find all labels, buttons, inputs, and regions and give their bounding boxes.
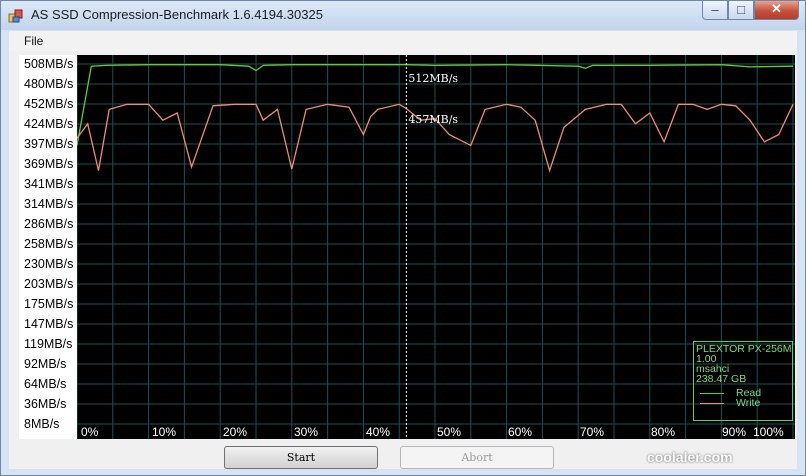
- y-tick-label: 508MB/s: [24, 57, 74, 71]
- y-tick-label: 314MB/s: [24, 197, 74, 211]
- drive-capacity: 238.47 GB: [696, 373, 747, 385]
- watermark-text: coolaler.com: [647, 449, 733, 465]
- menu-file[interactable]: File: [24, 34, 43, 48]
- y-tick-label: 230MB/s: [24, 257, 74, 271]
- legend-write-label: Write: [736, 397, 761, 409]
- legend-read-swatch: [700, 393, 724, 394]
- legend-write-swatch: [700, 403, 724, 404]
- window-controls: – □ ✕: [702, 1, 799, 21]
- x-tick-label: 40%: [366, 425, 391, 439]
- y-tick-label: 480MB/s: [24, 77, 74, 91]
- y-tick-label: 92MB/s: [24, 357, 67, 371]
- y-tick-label: 64MB/s: [24, 377, 67, 391]
- title-bar[interactable]: AS SSD Compression-Benchmark 1.6.4194.30…: [1, 1, 805, 30]
- read-speed-marker-label: 512MB/s: [408, 72, 459, 85]
- y-tick-label: 258MB/s: [24, 237, 74, 251]
- x-tick-label: 70%: [580, 425, 605, 439]
- x-tick-label: 10%: [152, 425, 177, 439]
- x-tick-label: 90%: [722, 425, 747, 439]
- minimize-button[interactable]: –: [702, 1, 728, 20]
- y-tick-label: 452MB/s: [24, 97, 74, 111]
- x-tick-label: 80%: [651, 425, 676, 439]
- x-tick-label: 0%: [81, 425, 99, 439]
- y-tick-label: 424MB/s: [24, 117, 74, 131]
- y-tick-label: 175MB/s: [24, 297, 74, 311]
- y-tick-label: 203MB/s: [24, 277, 74, 291]
- y-tick-label: 36MB/s: [24, 397, 67, 411]
- x-tick-label: 100%: [753, 425, 784, 439]
- maximize-button[interactable]: □: [728, 1, 754, 20]
- y-tick-label: 369MB/s: [24, 157, 74, 171]
- y-tick-label: 341MB/s: [24, 177, 74, 191]
- close-button[interactable]: ✕: [754, 1, 799, 20]
- drive-info-legend: PLEXTOR PX-256M 1.00 msahci 238.47 GB Re…: [693, 341, 793, 421]
- close-icon: ✕: [771, 1, 782, 16]
- app-window: AS SSD Compression-Benchmark 1.6.4194.30…: [0, 0, 806, 476]
- y-tick-label: 397MB/s: [24, 137, 74, 151]
- y-tick-label: 147MB/s: [24, 317, 74, 331]
- y-tick-label: 286MB/s: [24, 217, 74, 231]
- x-tick-label: 50%: [437, 425, 462, 439]
- abort-button[interactable]: Abort: [400, 446, 554, 469]
- y-axis-labels: 508MB/s 480MB/s 452MB/s 424MB/s 397MB/s 369MB…: [19, 55, 77, 439]
- menu-bar: File: [9, 31, 797, 51]
- benchmark-chart: 512MB/s 457MB/s PLEXTOR PX-256M 1.00 msa…: [77, 55, 795, 439]
- y-tick-label: 119MB/s: [24, 337, 73, 351]
- x-tick-label: 20%: [223, 425, 248, 439]
- minimize-icon: –: [711, 2, 719, 17]
- write-speed-marker-label: 457MB/s: [408, 113, 459, 126]
- start-button[interactable]: Start: [224, 446, 378, 469]
- x-tick-label: 60%: [508, 425, 533, 439]
- window-title: AS SSD Compression-Benchmark 1.6.4194.30…: [31, 7, 323, 22]
- app-icon: [8, 9, 23, 23]
- x-tick-label: 30%: [294, 425, 319, 439]
- maximize-icon: □: [737, 2, 745, 17]
- y-tick-label: 8MB/s: [24, 417, 60, 431]
